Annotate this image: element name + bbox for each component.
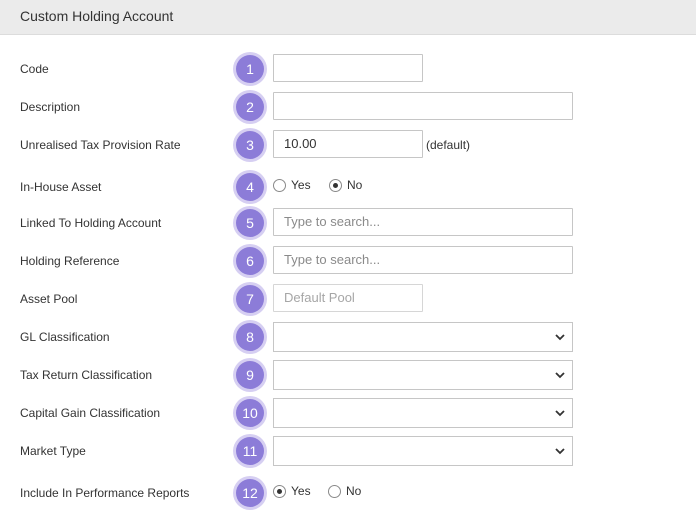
asset-pool-row: Asset Pool 7 Default Pool bbox=[0, 284, 696, 314]
gl-classification-row: GL Classification 8 bbox=[0, 322, 696, 352]
step-badge: 7 bbox=[236, 285, 264, 313]
chevron-down-icon bbox=[555, 372, 565, 379]
gl-classification-label: GL Classification bbox=[20, 330, 110, 344]
radio-unchecked-icon bbox=[328, 485, 341, 498]
tax-return-classification-select[interactable] bbox=[273, 360, 573, 390]
default-suffix: (default) bbox=[426, 138, 471, 152]
panel-header: Custom Holding Account bbox=[0, 0, 696, 35]
market-type-label: Market Type bbox=[20, 444, 86, 458]
performance-reports-row: Include In Performance Reports 12 Yes No bbox=[0, 478, 696, 508]
holding-reference-row: Holding Reference 6 Type to search... bbox=[0, 246, 696, 276]
tax-provision-rate-label: Unrealised Tax Provision Rate bbox=[20, 138, 181, 152]
performance-reports-label: Include In Performance Reports bbox=[20, 486, 190, 500]
step-badge: 5 bbox=[236, 209, 264, 237]
chevron-down-icon bbox=[555, 410, 565, 417]
holding-reference-search-input[interactable]: Type to search... bbox=[273, 246, 573, 274]
asset-pool-input: Default Pool bbox=[273, 284, 423, 312]
radio-label: Yes bbox=[291, 484, 311, 498]
step-badge: 12 bbox=[236, 479, 264, 507]
radio-checked-icon bbox=[273, 485, 286, 498]
tax-provision-rate-row: Unrealised Tax Provision Rate 3 10.00 (d… bbox=[0, 130, 696, 160]
description-row: Description 2 bbox=[0, 92, 696, 122]
step-badge: 6 bbox=[236, 247, 264, 275]
description-input[interactable] bbox=[273, 92, 573, 120]
step-badge: 9 bbox=[236, 361, 264, 389]
capital-gain-classification-select[interactable] bbox=[273, 398, 573, 428]
radio-label: No bbox=[347, 178, 363, 192]
radio-checked-icon bbox=[329, 179, 342, 192]
step-badge: 2 bbox=[236, 93, 264, 121]
tax-return-classification-row: Tax Return Classification 9 bbox=[0, 360, 696, 390]
radio-label: No bbox=[346, 484, 362, 498]
step-badge: 1 bbox=[236, 55, 264, 83]
code-row: Code 1 bbox=[0, 54, 696, 84]
code-input[interactable] bbox=[273, 54, 423, 82]
step-badge: 10 bbox=[236, 399, 264, 427]
step-badge: 3 bbox=[236, 131, 264, 159]
chevron-down-icon bbox=[555, 448, 565, 455]
tax-return-classification-label: Tax Return Classification bbox=[20, 368, 153, 382]
radio-label: Yes bbox=[291, 178, 311, 192]
in-house-asset-row: In-House Asset 4 Yes No bbox=[0, 172, 696, 202]
step-badge: 11 bbox=[236, 437, 264, 465]
panel-title: Custom Holding Account bbox=[20, 8, 174, 24]
market-type-row: Market Type 11 bbox=[0, 436, 696, 466]
asset-pool-label: Asset Pool bbox=[20, 292, 78, 306]
linked-holding-account-row: Linked To Holding Account 5 Type to sear… bbox=[0, 208, 696, 238]
capital-gain-classification-row: Capital Gain Classification 10 bbox=[0, 398, 696, 428]
step-badge: 4 bbox=[236, 173, 264, 201]
description-label: Description bbox=[20, 100, 81, 114]
in-house-asset-label: In-House Asset bbox=[20, 180, 102, 194]
step-badge: 8 bbox=[236, 323, 264, 351]
linked-holding-account-label: Linked To Holding Account bbox=[20, 216, 162, 230]
gl-classification-select[interactable] bbox=[273, 322, 573, 352]
holding-reference-label: Holding Reference bbox=[20, 254, 120, 268]
tax-provision-rate-input[interactable]: 10.00 bbox=[273, 130, 423, 158]
capital-gain-classification-label: Capital Gain Classification bbox=[20, 406, 161, 420]
market-type-select[interactable] bbox=[273, 436, 573, 466]
chevron-down-icon bbox=[555, 334, 565, 341]
code-label: Code bbox=[20, 62, 49, 76]
radio-unchecked-icon bbox=[273, 179, 286, 192]
linked-holding-account-search-input[interactable]: Type to search... bbox=[273, 208, 573, 236]
